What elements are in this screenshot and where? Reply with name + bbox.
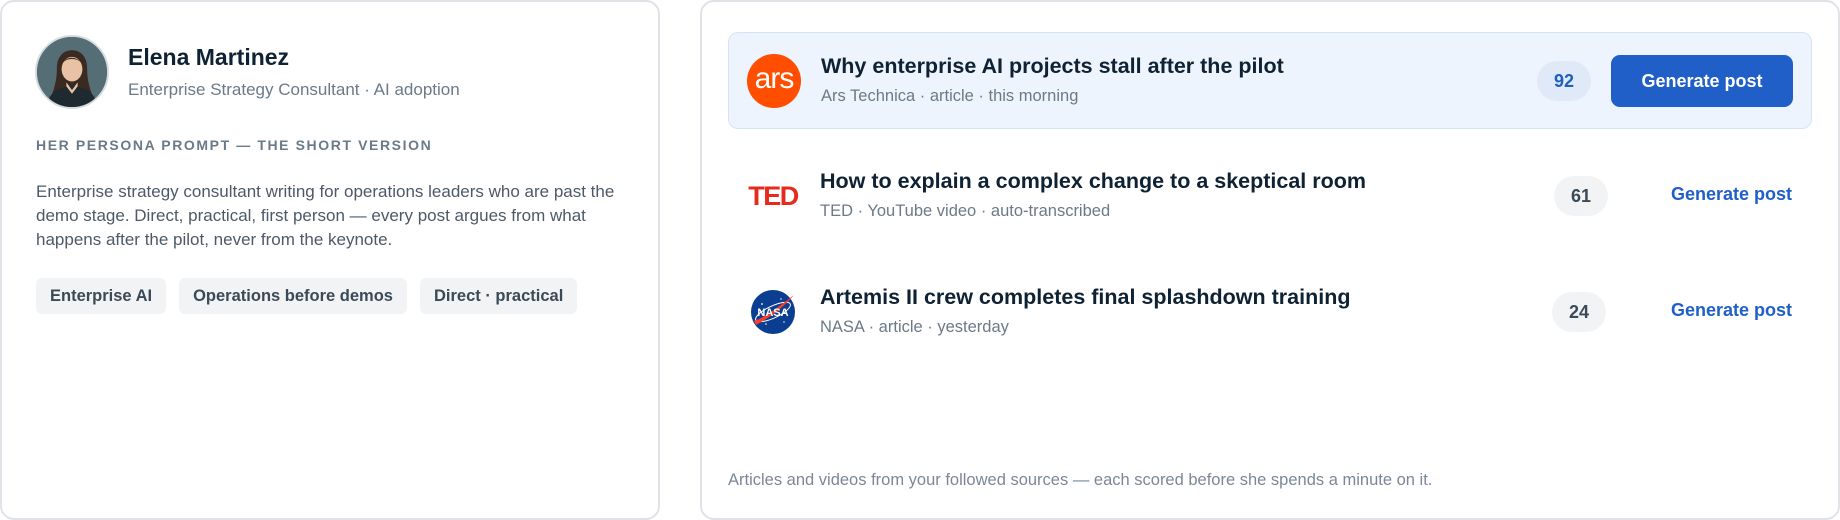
- ars-technica-logo-icon: ars: [747, 54, 801, 108]
- persona-role: Enterprise Strategy Consultant · AI adop…: [128, 80, 460, 99]
- feed-item[interactable]: NASA Artemis II crew completes final spl…: [728, 264, 1812, 361]
- generate-post-link[interactable]: Generate post: [1671, 300, 1792, 321]
- persona-prompt-text: Enterprise strategy consultant writing f…: [36, 182, 615, 249]
- feed-item-meta: NASA · article · yesterday: [820, 318, 1009, 336]
- feed-item-meta: Ars Technica · article · this morning: [821, 87, 1079, 105]
- portrait-avatar-icon: [37, 37, 107, 107]
- relevance-score-badge: 24: [1552, 292, 1606, 332]
- relevance-score-badge: 61: [1554, 176, 1608, 216]
- feed-item[interactable]: TED How to explain a complex change to a…: [728, 148, 1812, 245]
- persona-tag: Direct · practical: [419, 278, 578, 314]
- feed-item[interactable]: ars Why enterprise AI projects stall aft…: [728, 32, 1812, 129]
- persona-name: Elena Martinez: [128, 44, 290, 70]
- persona-tags: Enterprise AI Operations before demos Di…: [36, 278, 578, 314]
- feed-item-title[interactable]: Why enterprise AI projects stall after t…: [821, 54, 1284, 79]
- relevance-score-badge: 92: [1537, 61, 1591, 101]
- generate-post-button[interactable]: Generate post: [1611, 55, 1793, 107]
- generate-post-link[interactable]: Generate post: [1671, 184, 1792, 205]
- feed-footer-note: Articles and videos from your followed s…: [728, 471, 1433, 489]
- avatar: [35, 35, 109, 109]
- persona-tag: Operations before demos: [179, 278, 407, 314]
- persona-tag: Enterprise AI: [36, 278, 167, 314]
- svg-text:NASA: NASA: [757, 307, 788, 319]
- nasa-meatball-logo-icon: NASA: [746, 285, 800, 339]
- ted-logo-icon: TED: [748, 180, 799, 211]
- feed-item-title[interactable]: How to explain a complex change to a ske…: [820, 169, 1366, 194]
- feed-item-meta: TED · YouTube video · auto-transcribed: [820, 202, 1111, 220]
- feed-item-title[interactable]: Artemis II crew completes final splashdo…: [820, 285, 1350, 310]
- persona-prompt-heading: HER PERSONA PROMPT — THE SHORT VERSION: [36, 137, 433, 153]
